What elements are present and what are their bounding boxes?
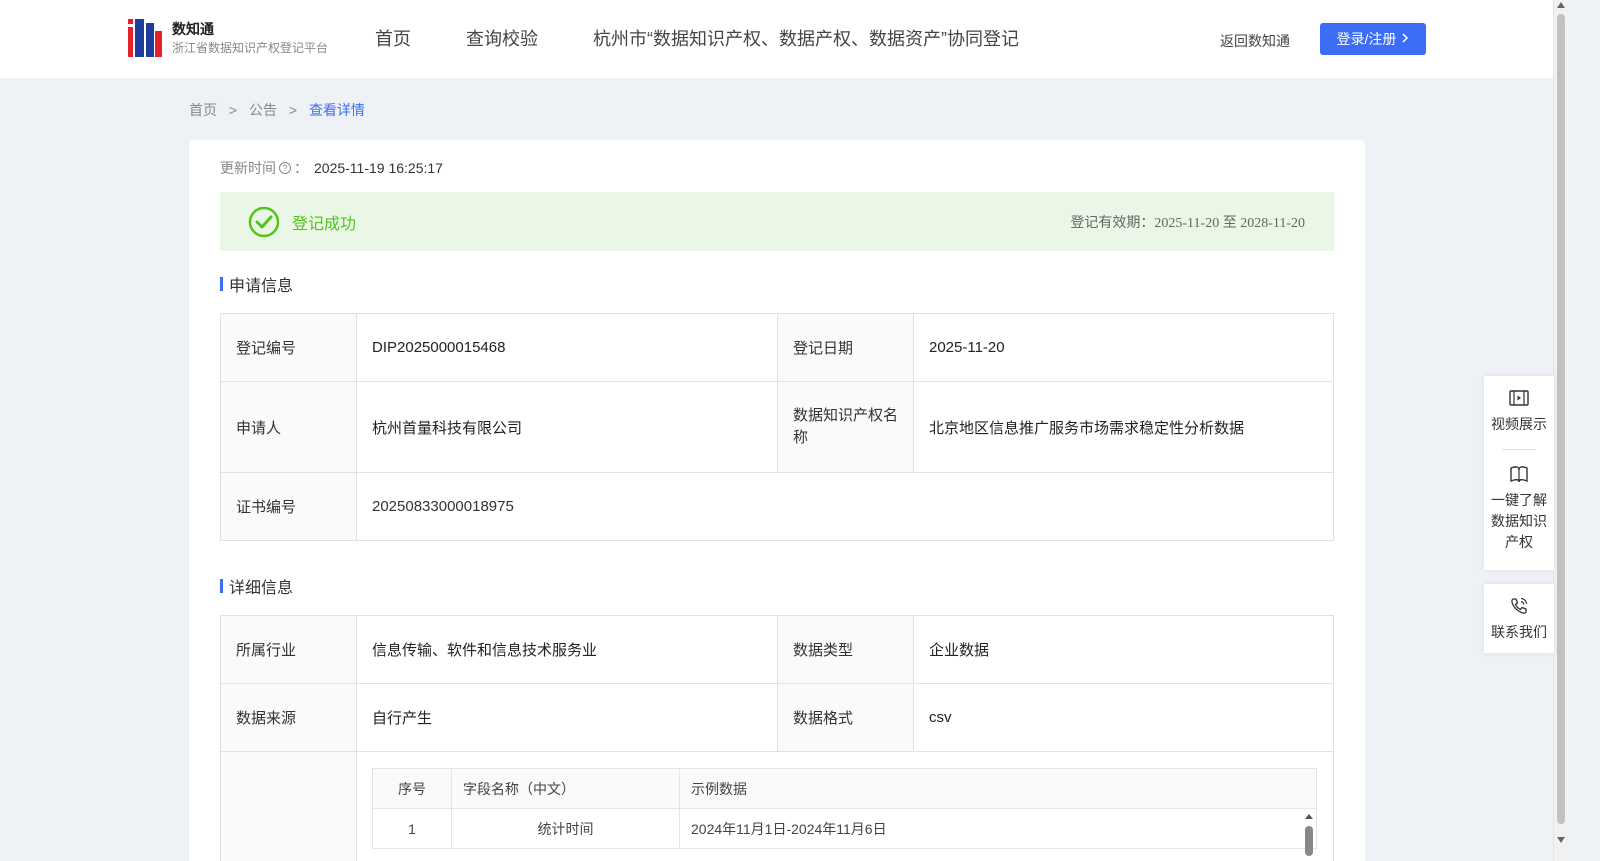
nav-home[interactable]: 首页 — [375, 28, 411, 50]
status-banner: 登记成功 登记有效期：2025-11-20 至 2028-11-20 — [220, 192, 1334, 251]
logo-name: 数知通 — [172, 21, 214, 37]
contact-label: 联系我们 — [1491, 624, 1547, 640]
breadcrumb-current: 查看详情 — [308, 102, 365, 118]
float-menu-top: 视频展示 一键了解数据知识产权 — [1484, 376, 1554, 570]
main-nav: 首页 查询校验 杭州市“数据知识产权、数据产权、数据资产”协同登记 — [375, 28, 1074, 50]
scroll-up-arrow-icon[interactable] — [1305, 814, 1313, 819]
col-sample-header: 示例数据 — [679, 768, 1317, 809]
phone-icon — [1511, 597, 1528, 614]
table-row: 证书编号 20250833000018975 — [220, 472, 1334, 541]
scroll-up-arrow-icon[interactable] — [1557, 2, 1565, 8]
nav-hangzhou-registration[interactable]: 杭州市“数据知识产权、数据产权、数据资产”协同登记 — [593, 28, 1019, 50]
update-time-colon: ： — [294, 160, 308, 176]
update-time-label: 更新时间 — [220, 160, 276, 176]
reg-no-label: 登记编号 — [220, 313, 357, 382]
video-icon — [1509, 390, 1529, 406]
table-row: 1 统计时间 2024年11月1日-2024年11月6日 — [372, 808, 1317, 849]
login-register-button[interactable]: 登录/注册 — [1320, 23, 1426, 55]
scroll-down-arrow-icon[interactable] — [1557, 837, 1565, 843]
status-text: 登记成功 — [292, 215, 357, 233]
row-field-name: 统计时间 — [451, 808, 680, 849]
chevron-right-icon — [1401, 32, 1409, 46]
col-field-name-header: 字段名称（中文） — [451, 768, 680, 809]
row-sample: 2024年11月1日-2024年11月6日 — [679, 808, 1317, 849]
fields-table: 序号 字段名称（中文） 示例数据 1 统计时间 2024年11月1日-2024年… — [372, 768, 1317, 849]
float-menu-bottom: 联系我们 — [1484, 584, 1554, 653]
source-value: 自行产生 — [356, 683, 778, 752]
logo-icon — [128, 19, 162, 57]
breadcrumb-separator: > — [228, 102, 238, 118]
fields-table-scrollbar[interactable] — [1302, 810, 1316, 861]
industry-label: 所属行业 — [220, 615, 357, 684]
reg-date-label: 登记日期 — [777, 313, 914, 382]
contact-us-button[interactable]: 联系我们 — [1484, 596, 1554, 643]
scroll-thumb[interactable] — [1557, 14, 1565, 824]
question-icon[interactable]: ? — [279, 162, 291, 174]
applicant-value: 杭州首量科技有限公司 — [356, 381, 778, 473]
cert-no-label: 证书编号 — [220, 472, 357, 541]
back-to-shuzhitong-link[interactable]: 返回数知通 — [1220, 31, 1290, 51]
format-label: 数据格式 — [777, 683, 914, 752]
data-type-value: 企业数据 — [913, 615, 1334, 684]
nav-query-verify[interactable]: 查询校验 — [466, 28, 538, 50]
video-label: 视频展示 — [1491, 416, 1547, 432]
table-row: 申请人 杭州首量科技有限公司 数据知识产权名称 北京地区信息推广服务市场需求稳定… — [220, 381, 1334, 473]
table-row: 登记编号 DIP2025000015468 登记日期 2025-11-20 — [220, 313, 1334, 382]
fields-label-cell — [220, 751, 357, 861]
logo-subtitle: 浙江省数据知识产权登记平台 — [172, 41, 329, 55]
site-logo[interactable]: 数知通 浙江省数据知识产权登记平台 — [128, 19, 328, 57]
breadcrumb-home[interactable]: 首页 — [189, 102, 217, 118]
divider — [1502, 449, 1536, 450]
update-time-value: 2025-11-19 16:25:17 — [314, 160, 443, 176]
col-index-header: 序号 — [372, 768, 452, 809]
page-scrollbar[interactable] — [1553, 0, 1568, 861]
detail-section-title: 详细信息 — [220, 574, 293, 598]
application-table: 登记编号 DIP2025000015468 登记日期 2025-11-20 申请… — [220, 313, 1334, 541]
applicant-label: 申请人 — [220, 381, 357, 473]
check-circle-icon — [248, 206, 280, 237]
table-row: 所属行业 信息传输、软件和信息技术服务业 数据类型 企业数据 — [220, 615, 1334, 684]
data-type-label: 数据类型 — [777, 615, 914, 684]
fields-header-row: 序号 字段名称（中文） 示例数据 — [372, 768, 1317, 809]
format-value: csv — [913, 683, 1334, 752]
login-button-label: 登录/注册 — [1336, 31, 1397, 47]
row-index: 1 — [372, 808, 452, 849]
reg-no-value: DIP2025000015468 — [356, 313, 778, 382]
scroll-thumb[interactable] — [1305, 826, 1313, 856]
top-header: 数知通 浙江省数据知识产权登记平台 首页 查询校验 杭州市“数据知识产权、数据产… — [0, 0, 1553, 78]
book-icon — [1510, 466, 1528, 483]
application-section-title: 申请信息 — [220, 272, 293, 296]
video-showcase-button[interactable]: 视频展示 — [1484, 388, 1554, 435]
breadcrumb-separator: > — [288, 102, 298, 118]
breadcrumb: 首页 > 公告 > 查看详情 — [189, 100, 365, 120]
section-bar — [220, 277, 223, 291]
learn-label: 一键了解数据知识产权 — [1491, 492, 1547, 550]
ip-name-value: 北京地区信息推广服务市场需求稳定性分析数据 — [913, 381, 1334, 473]
validity-period: 登记有效期：2025-11-20 至 2028-11-20 — [1070, 216, 1305, 231]
breadcrumb-notice[interactable]: 公告 — [249, 102, 277, 118]
cert-no-value: 20250833000018975 — [356, 472, 1334, 541]
update-time: 更新时间 ? ： 2025-11-19 16:25:17 — [220, 158, 443, 178]
detail-card: 更新时间 ? ： 2025-11-19 16:25:17 登记成功 登记有效期：… — [189, 140, 1365, 861]
reg-date-value: 2025-11-20 — [913, 313, 1334, 382]
source-label: 数据来源 — [220, 683, 357, 752]
industry-value: 信息传输、软件和信息技术服务业 — [356, 615, 778, 684]
section-bar — [220, 579, 223, 593]
ip-name-label: 数据知识产权名称 — [777, 381, 914, 473]
table-row: 数据来源 自行产生 数据格式 csv — [220, 683, 1334, 752]
learn-data-ip-button[interactable]: 一键了解数据知识产权 — [1484, 464, 1554, 553]
